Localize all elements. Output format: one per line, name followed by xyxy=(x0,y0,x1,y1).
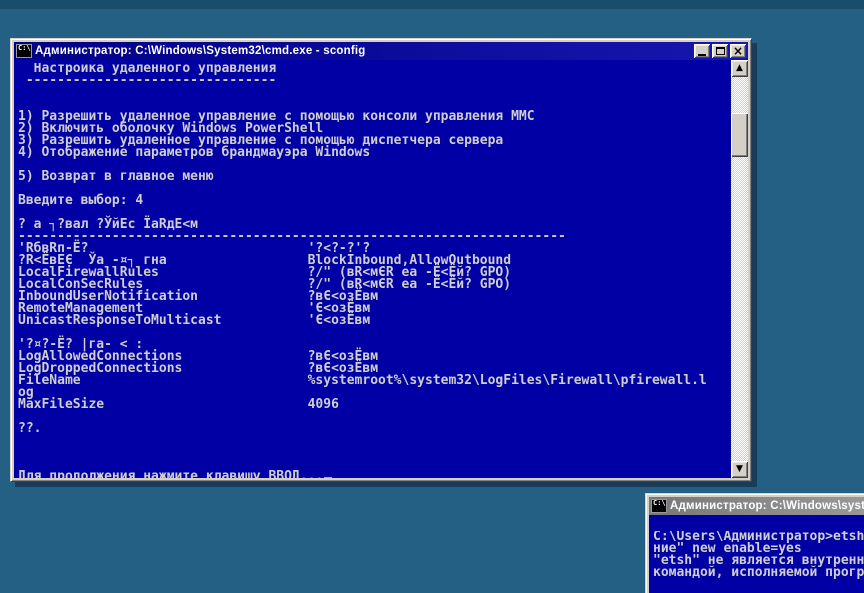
minimize-icon xyxy=(698,53,706,56)
error-line: командой, исполняемой прогр xyxy=(653,565,864,580)
scrollbar-track[interactable] xyxy=(731,77,748,461)
maximize-icon xyxy=(715,47,725,55)
cmd-icon-label: C:\ xyxy=(18,44,31,52)
arrow-up-icon: ▲ xyxy=(736,63,743,73)
desktop-top-strip xyxy=(0,0,864,9)
text-cursor xyxy=(324,477,333,478)
menu-item-4: 4) Отображение параметров брандмауэра Wi… xyxy=(18,145,371,160)
main-cmd-window: C:\ Администратор: C:\Windows\System32\c… xyxy=(10,38,752,482)
main-window-title: Администратор: C:\Windows\System32\cmd.e… xyxy=(35,45,366,57)
secondary-window-title: Администратор: C:\Windows\syste xyxy=(670,500,864,512)
scroll-down-button[interactable]: ▼ xyxy=(731,461,748,478)
main-titlebar[interactable]: C:\ Администратор: C:\Windows\System32\c… xyxy=(14,42,748,60)
secondary-console-text-area: C:\Users\Администратор>etsh ние" new ena… xyxy=(653,531,864,593)
cmd-icon: C:\ xyxy=(651,499,667,513)
firewall-row: MaxFileSize 4096 xyxy=(18,397,339,412)
secondary-cmd-window: C:\ Администратор: C:\Windows\syste C:\U… xyxy=(645,493,864,593)
maximize-button[interactable] xyxy=(712,44,728,58)
choice-prompt: Введите выбор: 4 xyxy=(18,193,144,208)
cmd-icon: C:\ xyxy=(16,44,32,58)
cmd-icon-label: C:\ xyxy=(653,499,666,507)
vertical-scrollbar[interactable]: ▲ ▼ xyxy=(731,60,748,478)
close-button[interactable]: × xyxy=(730,44,746,58)
console-line: -------------------------------- xyxy=(18,73,277,88)
arrow-down-icon: ▼ xyxy=(736,464,743,474)
press-enter-text: Для продолжения нажмите клавишу ВВОД... xyxy=(18,469,324,478)
minimize-button[interactable] xyxy=(694,44,710,58)
menu-item-5: 5) Возврат в главное меню xyxy=(18,169,214,184)
firewall-row: FileName %systemroot%\system32\LogFiles\… xyxy=(18,373,707,388)
console-text-area: Настройка удаленного управления --------… xyxy=(18,63,730,478)
press-enter-line: Для продолжения нажмите клавишу ВВОД... xyxy=(18,469,730,478)
scroll-up-button[interactable]: ▲ xyxy=(731,60,748,77)
secondary-console-output[interactable]: C:\Users\Администратор>etsh ние" new ena… xyxy=(649,515,864,593)
secondary-titlebar[interactable]: C:\ Администратор: C:\Windows\syste xyxy=(649,497,864,515)
window-controls: × xyxy=(694,44,746,58)
console-output[interactable]: Настройка удаленного управления --------… xyxy=(14,60,748,478)
console-line: ??. xyxy=(18,421,42,436)
firewall-row: UnicastResponseToMulticast 'Є<озЁвм xyxy=(18,313,371,328)
scrollbar-thumb[interactable] xyxy=(731,113,748,157)
close-icon: × xyxy=(732,44,744,58)
